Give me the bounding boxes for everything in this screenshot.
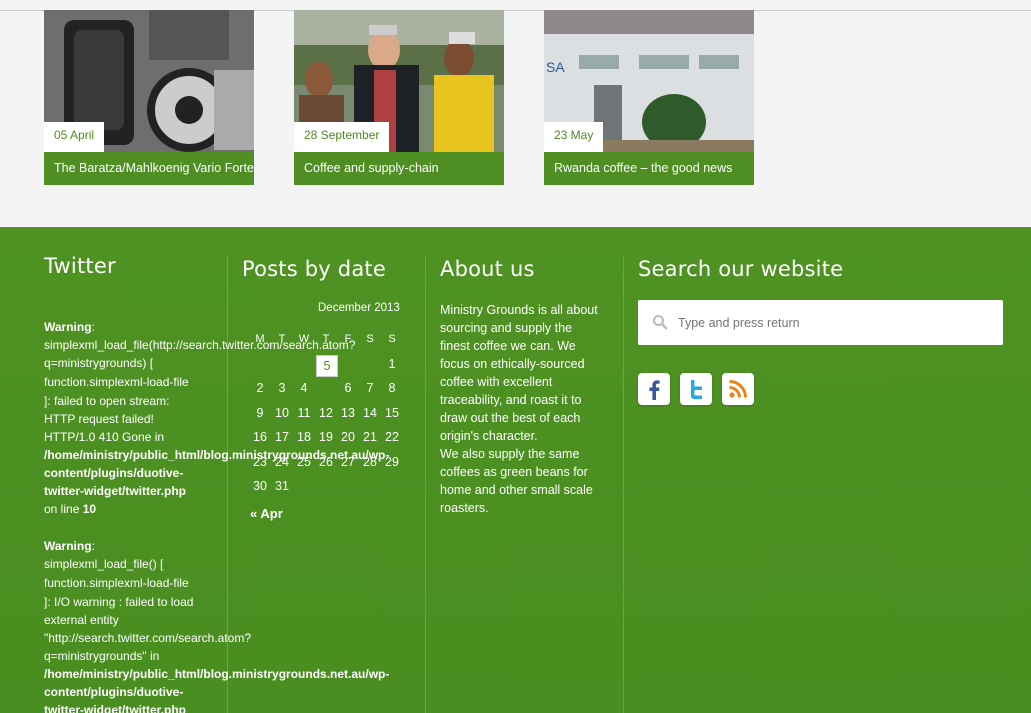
calendar-day: 10 — [275, 405, 289, 420]
post-title[interactable]: The Baratza/Mahlkoenig Vario Forte — [44, 152, 254, 185]
calendar-day: 7 — [366, 381, 374, 396]
calendar-day: 18 — [297, 430, 311, 445]
calendar-day: 19 — [319, 430, 333, 445]
about-line: draw out the best of each — [440, 411, 581, 425]
about-line: We also supply the same — [440, 447, 580, 461]
post-card[interactable]: SA 23 May Rwanda coffee – the good news — [544, 10, 754, 185]
calendar-month: December 2013 — [318, 302, 400, 314]
calendar-day: 5 — [316, 355, 338, 377]
calendar-day: 1 — [388, 357, 396, 371]
about-paragraph: Ministry Grounds is all about sourcing an… — [440, 301, 620, 445]
calendar-prev-link[interactable]: « Apr — [250, 506, 283, 521]
search-box[interactable] — [638, 300, 1003, 345]
calendar-heading: Posts by date — [242, 257, 386, 281]
post-title[interactable]: Rwanda coffee – the good news — [544, 152, 754, 185]
warning-line: q=ministrygrounds" in — [44, 649, 160, 663]
calendar-day: 28 — [363, 454, 377, 469]
calendar-day: 3 — [278, 381, 286, 396]
calendar-day: 25 — [297, 454, 311, 469]
about-line: sourcing and supply the — [440, 321, 573, 335]
warning-path: twitter-widget/twitter.php — [44, 703, 186, 713]
calendar-weekday: T — [278, 333, 286, 345]
warning-colon: : — [91, 320, 95, 334]
calendar-day: 17 — [275, 430, 289, 445]
calendar-day: 15 — [385, 405, 399, 420]
facebook-icon[interactable] — [638, 373, 670, 405]
calendar-day: 22 — [385, 430, 399, 445]
warning-path: content/plugins/duotive- — [44, 685, 184, 699]
calendar-day: 6 — [344, 381, 352, 396]
warning-2: Warning: simplexml_load_file() [ functio… — [44, 537, 389, 713]
warning-line: ]: I/O warning : failed to load — [44, 595, 194, 609]
calendar-day: 2 — [256, 381, 264, 396]
post-date: 05 April — [44, 122, 105, 152]
search-input[interactable] — [676, 312, 980, 334]
calendar-day: 16 — [253, 430, 267, 445]
svg-text:SA: SA — [546, 59, 565, 75]
warning-colon: : — [91, 539, 95, 553]
warning-label: Warning — [44, 320, 92, 334]
rss-icon[interactable] — [722, 373, 754, 405]
post-title[interactable]: Coffee and supply-chain — [294, 152, 504, 185]
about-line: traceability, and roast it to — [440, 393, 582, 407]
warning-online: on line — [44, 502, 80, 516]
calendar-day: 31 — [275, 479, 289, 493]
warning-line: external entity — [44, 613, 119, 627]
twitter-icon[interactable] — [680, 373, 712, 405]
calendar-weekday: S — [366, 333, 374, 345]
about-line: coffee with excellent — [440, 375, 553, 389]
calendar-day: 27 — [341, 454, 355, 469]
calendar-day: 8 — [388, 381, 396, 396]
calendar-weekday: T — [322, 333, 330, 345]
warning-lineno: 10 — [82, 502, 97, 516]
calendar-weekday: S — [388, 333, 396, 345]
about-paragraph: We also supply the same coffees as green … — [440, 445, 620, 517]
about-line: finest coffee we can. We — [440, 339, 576, 353]
calendar-day: 13 — [341, 405, 355, 420]
about-line: origin's character. — [440, 429, 538, 443]
warning-label: Warning — [44, 539, 92, 553]
search-heading: Search our website — [638, 257, 844, 281]
calendar-day: 12 — [319, 405, 333, 420]
calendar-day: 30 — [253, 479, 267, 493]
about-text: Ministry Grounds is all about sourcing an… — [440, 301, 620, 517]
post-card[interactable]: 05 April The Baratza/Mahlkoenig Vario Fo… — [44, 10, 254, 185]
calendar-day: 11 — [297, 405, 311, 420]
warning-path: twitter-widget/twitter.php — [44, 484, 186, 498]
about-line: focus on ethically-sourced — [440, 357, 585, 371]
search-icon — [652, 314, 668, 335]
warning-path: /home/ministry/public_html/blog.ministry… — [44, 667, 390, 681]
recent-posts: 05 April The Baratza/Mahlkoenig Vario Fo… — [0, 10, 1031, 227]
calendar-day: 21 — [363, 430, 377, 445]
about-heading: About us — [440, 257, 535, 281]
calendar-day: 29 — [385, 454, 399, 469]
calendar-weekday: M — [255, 333, 265, 345]
site-footer: Twitter Warning: simplexml_load_file(htt… — [0, 227, 1031, 713]
about-line: coffees as green beans for — [440, 465, 588, 479]
calendar-day: 20 — [341, 430, 355, 445]
calendar-day: 26 — [319, 454, 333, 469]
post-date: 23 May — [544, 122, 604, 152]
post-card[interactable]: 28 September Coffee and supply-chain — [294, 10, 504, 185]
function-link[interactable]: function.simplexml-load-file — [44, 574, 389, 592]
calendar-day: 14 — [363, 405, 377, 420]
column-divider — [227, 255, 228, 713]
warning-line: simplexml_load_file() [ — [44, 557, 164, 571]
calendar-day: 23 — [253, 454, 267, 469]
column-divider — [425, 255, 426, 713]
twitter-heading: Twitter — [44, 254, 116, 278]
calendar-day: 9 — [256, 405, 264, 420]
about-line: home and other small scale — [440, 483, 593, 497]
warning-line: "http://search.twitter.com/search.atom? — [44, 631, 252, 645]
column-divider — [623, 255, 624, 713]
calendar-day: 24 — [275, 454, 289, 469]
post-date: 28 September — [294, 122, 390, 152]
about-line: Ministry Grounds is all about — [440, 303, 598, 317]
calendar-day: 4 — [300, 381, 308, 396]
about-line: roasters. — [440, 501, 489, 515]
calendar-weekday: W — [298, 333, 310, 345]
calendar-weekday: F — [344, 333, 352, 345]
